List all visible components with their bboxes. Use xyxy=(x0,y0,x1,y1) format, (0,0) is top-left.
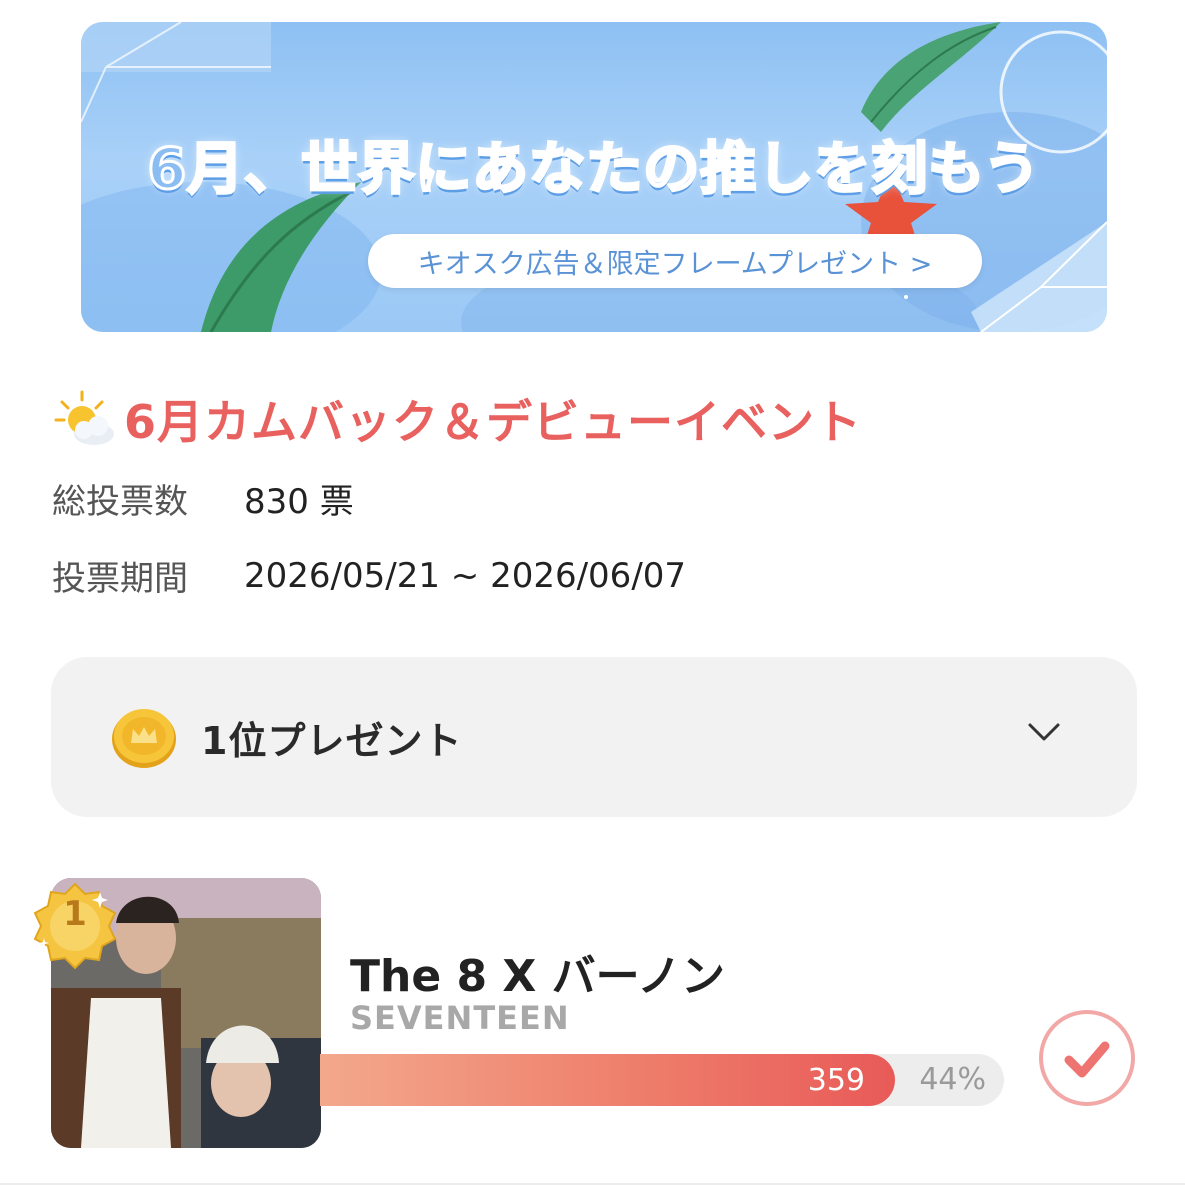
vote-bar-track: 359 44% xyxy=(320,1054,1004,1106)
first-place-present-card[interactable]: 1位プレゼント xyxy=(51,657,1137,817)
crown-coin-icon xyxy=(112,709,176,768)
group-name: SEVENTEEN xyxy=(350,999,570,1037)
voting-period-row: 投票期間 2026/05/21 ~ 2026/06/07 xyxy=(52,551,686,600)
banner-title: 6月、世界にあなたの推しを刻もう xyxy=(146,136,1041,204)
vote-bar-fill: 359 xyxy=(320,1054,895,1106)
artist-name: The 8 X バーノン xyxy=(350,951,726,1002)
voting-period-label: 投票期間 xyxy=(52,559,188,599)
sun-behind-cloud-icon xyxy=(54,390,114,445)
total-votes-row: 総投票数 830 票 xyxy=(52,474,354,523)
total-votes-value: 830 票 xyxy=(244,482,354,522)
vote-check-button[interactable] xyxy=(1037,1008,1137,1108)
ranking-list-item[interactable]: 1 The 8 X バーノン SEVENTEEN 359 44% xyxy=(0,870,1185,1160)
event-header: 6月カムバック＆デビューイベント xyxy=(52,388,862,450)
voting-period-value: 2026/05/21 ~ 2026/06/07 xyxy=(244,555,687,596)
vote-percent: 44% xyxy=(919,1062,986,1097)
chevron-down-icon[interactable] xyxy=(1027,721,1061,743)
promo-banner[interactable]: 6月、世界にあなたの推しを刻もう キオスク広告＆限定フレームプレゼント > xyxy=(81,22,1107,332)
present-label: 1位プレゼント xyxy=(201,718,463,763)
event-title: 6月カムバック＆デビューイベント xyxy=(124,395,863,449)
rank-number: 1 xyxy=(63,894,87,934)
vote-count: 359 xyxy=(807,1062,865,1098)
banner-cta-pill[interactable]: キオスク広告＆限定フレームプレゼント > xyxy=(368,234,982,288)
total-votes-label: 総投票数 xyxy=(52,482,188,522)
